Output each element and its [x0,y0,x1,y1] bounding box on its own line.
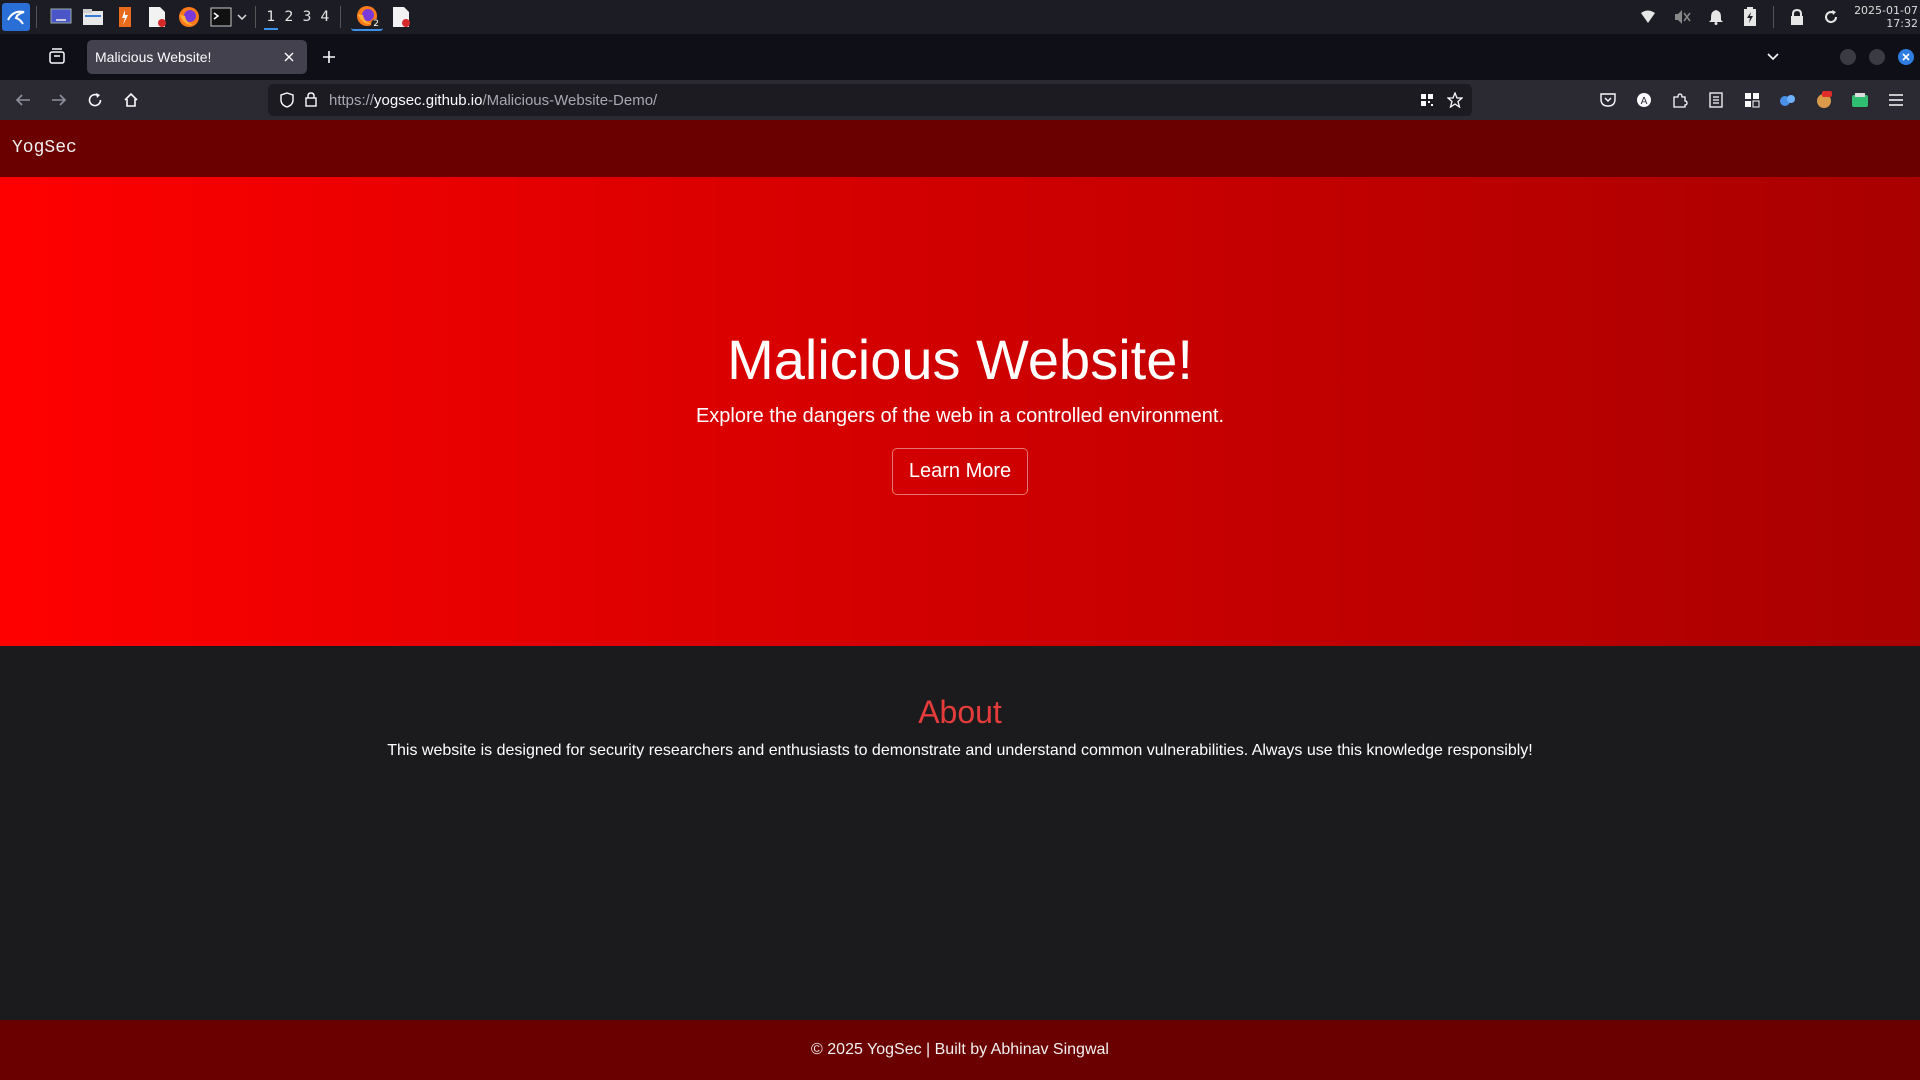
web-page: YogSec Malicious Website! Explore the da… [0,120,1920,1080]
lock-screen-icon[interactable] [1786,6,1808,28]
network-icon[interactable] [1637,6,1659,28]
desktop-icon[interactable] [47,3,75,31]
window-count-badge: 2 [371,19,381,29]
padlock-icon[interactable] [305,92,317,112]
hero-subtitle: Explore the dangers of the web in a cont… [695,405,1225,427]
svg-text:A: A [1641,96,1648,107]
url-host: yogsec.github.io [374,92,483,109]
bookmark-star-icon[interactable] [1446,91,1464,113]
url-path: /Malicious-Website-Demo/ [482,92,658,109]
url-text[interactable]: https://yogsec.github.io/Malicious-Websi… [329,92,657,109]
taskbar-separator [340,6,341,28]
learn-more-button[interactable]: Learn More [892,448,1028,495]
qr-code-icon[interactable] [1420,93,1434,112]
taskbar-separator [255,6,256,28]
kali-menu-icon[interactable] [2,3,30,31]
tab-title: Malicious Website! [95,49,212,65]
hero-section: Malicious Website! Explore the dangers o… [0,177,1920,646]
apps-grid-icon[interactable] [1741,89,1763,111]
tracking-protection-shield-icon[interactable] [280,92,294,113]
tab-malicious-website[interactable]: Malicious Website! [87,40,307,74]
home-icon[interactable] [120,89,142,111]
clock-date: 2025-01-07 [1854,4,1918,17]
browser-navigation-bar: https://yogsec.github.io/Malicious-Websi… [0,80,1920,120]
os-taskbar: 1 2 3 4 2 2025-01-07 17:32 [0,0,1920,34]
taskbar-separator [36,6,37,28]
minimize-window-button[interactable] [1840,49,1856,65]
file-manager-icon[interactable] [79,3,107,31]
close-tab-icon[interactable] [279,47,299,67]
workspace-switcher: 1 2 3 4 [262,0,334,34]
site-header: YogSec [0,120,1920,177]
clock-time: 17:32 [1886,17,1918,30]
reader-list-icon[interactable] [1705,89,1727,111]
site-logo[interactable]: YogSec [12,138,77,158]
account-avatar-icon[interactable]: A [1633,89,1655,111]
workspace-2[interactable]: 2 [280,0,298,34]
footer-text: © 2025 YogSec | Built by Abhinav Singwal [811,1041,1109,1058]
extension-cookie-icon[interactable] [1813,89,1835,111]
back-arrow-icon[interactable] [12,89,34,111]
extensions-puzzle-icon[interactable] [1669,89,1691,111]
clock[interactable]: 2025-01-07 17:32 [1854,4,1918,30]
about-title: About [918,694,1002,730]
workspace-4[interactable]: 4 [316,0,334,34]
notifications-bell-icon[interactable] [1705,6,1727,28]
new-tab-plus-icon[interactable] [318,46,340,68]
chevron-down-icon[interactable] [235,3,249,31]
battery-charging-icon[interactable] [1739,6,1761,28]
about-section: About This website is designed for secur… [0,646,1920,1020]
hero-title: Malicious Website! [727,328,1193,391]
workspace-3[interactable]: 3 [298,0,316,34]
reload-icon[interactable] [84,89,106,111]
address-bar[interactable]: https://yogsec.github.io/Malicious-Websi… [268,84,1472,116]
volume-muted-icon[interactable] [1671,6,1693,28]
text-editor-icon[interactable] [143,3,171,31]
extension-wallet-icon[interactable] [1849,89,1871,111]
terminal-icon[interactable] [207,3,235,31]
url-scheme: https:// [329,92,375,109]
list-all-tabs-chevron-icon[interactable] [1762,46,1784,68]
extension-blue-icon[interactable] [1777,89,1799,111]
firefox-icon[interactable] [175,3,203,31]
browser-tab-strip: Malicious Website! [0,34,1920,80]
hamburger-menu-icon[interactable] [1885,89,1907,111]
maximize-window-button[interactable] [1869,49,1885,65]
site-footer: © 2025 YogSec | Built by Abhinav Singwal [0,1020,1920,1080]
tray-separator [1773,6,1775,28]
close-window-button[interactable] [1898,49,1914,65]
about-text: This website is designed for security re… [387,742,1533,759]
tab-manager-icon[interactable] [48,47,70,69]
firefox-window-button[interactable]: 2 [351,3,383,31]
burpsuite-icon[interactable] [111,3,139,31]
workspace-1[interactable]: 1 [262,0,280,34]
forward-arrow-icon[interactable] [48,89,70,111]
text-editor-window-icon[interactable] [387,3,415,31]
power-refresh-icon[interactable] [1820,6,1842,28]
close-icon [1902,53,1910,61]
pocket-icon[interactable] [1597,89,1619,111]
